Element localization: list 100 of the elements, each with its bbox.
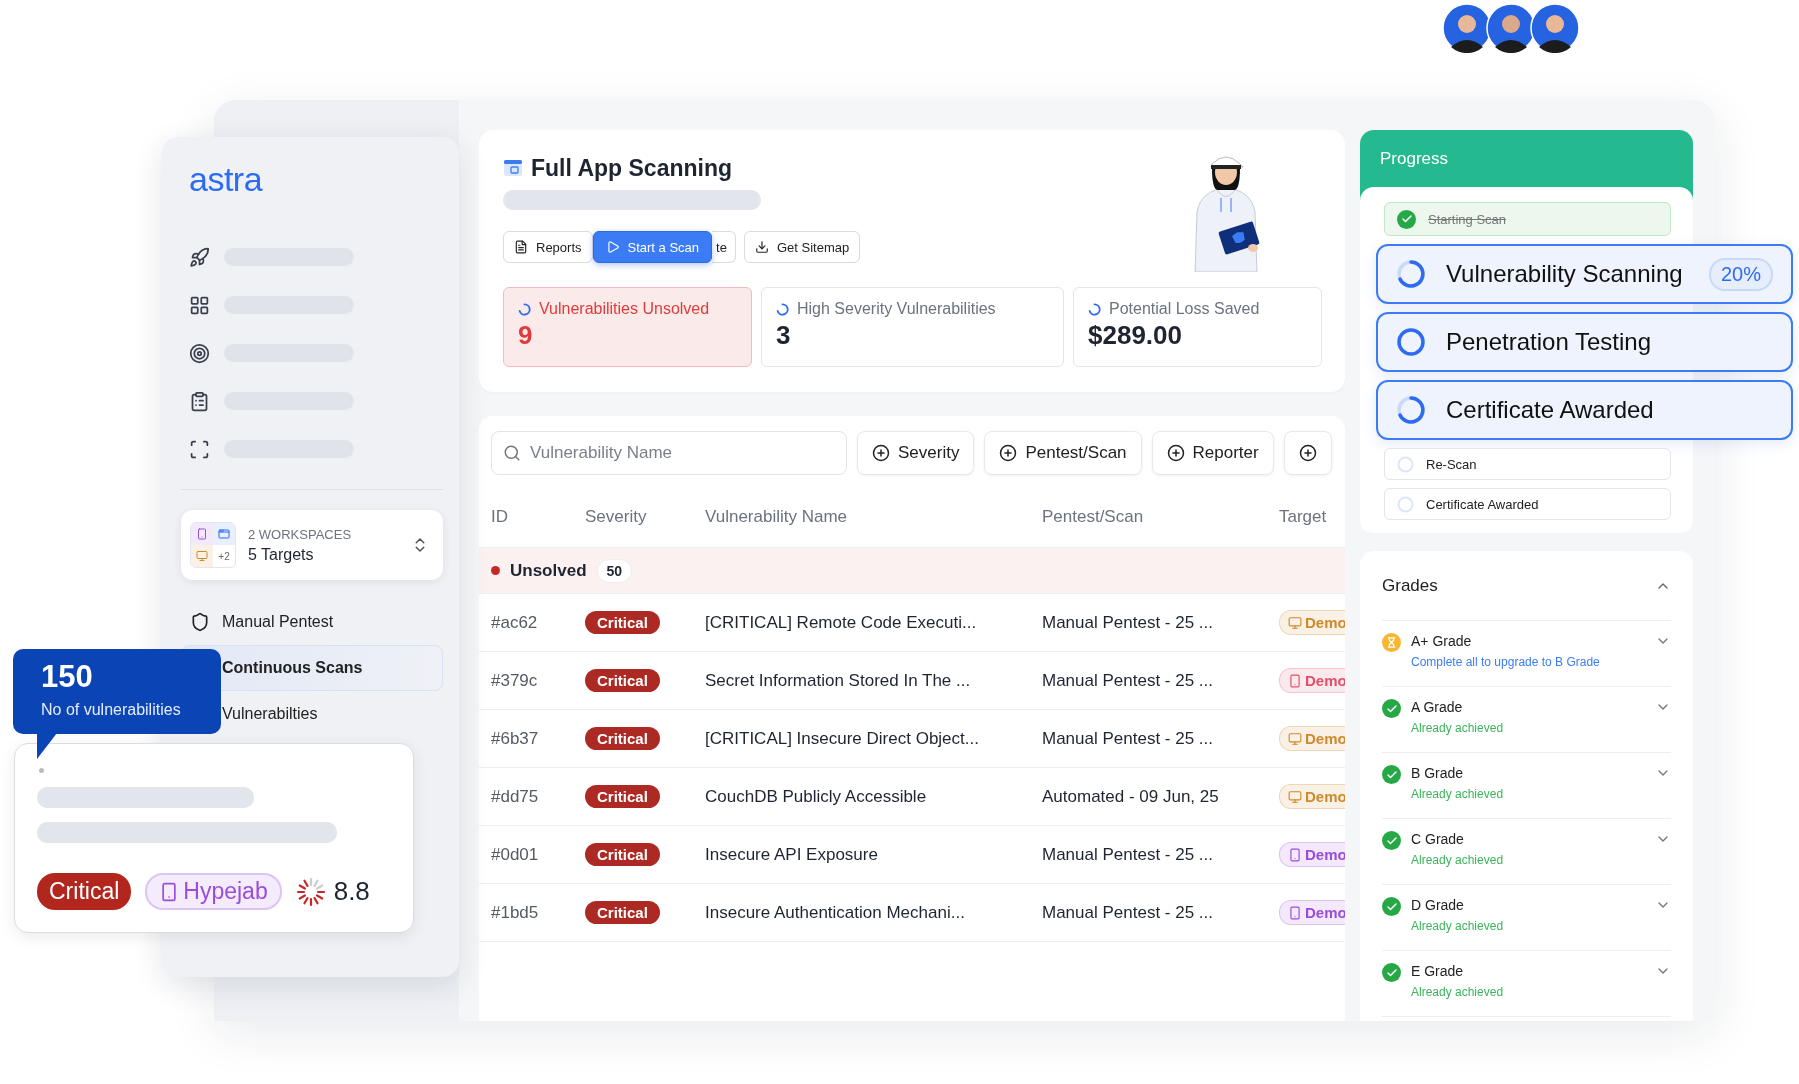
loader-icon — [776, 302, 789, 316]
table-cell-text: Automated - 09 Jun, 25 — [1042, 786, 1220, 807]
column-header[interactable]: Vulnerability Name — [705, 506, 1042, 527]
action-button[interactable]: Reports — [503, 231, 593, 263]
rocket-icon[interactable] — [189, 246, 210, 268]
table-cell[interactable]: CouchDB Publicly Accessible — [705, 786, 1042, 807]
grade-item[interactable]: C Grade Already achieved — [1382, 819, 1671, 885]
table-cell[interactable]: [CRITICAL] Insecure Direct Object... — [705, 728, 1042, 749]
card-title: Grades — [1382, 575, 1438, 596]
severity-badge: Critical — [585, 843, 660, 866]
table-cell-text: Manual Pentest - 25 ... — [1042, 902, 1215, 923]
target-icon[interactable] — [189, 342, 210, 364]
avatar — [1530, 3, 1580, 53]
loader-icon — [1396, 259, 1426, 289]
circle-icon — [1396, 327, 1426, 357]
severity-badge: Critical — [37, 873, 132, 910]
stat-label: Vulnerabilities Unsolved — [539, 300, 710, 318]
search-icon — [503, 444, 521, 462]
progress-step: Starting Scan — [1384, 202, 1671, 236]
column-header[interactable]: ID — [491, 506, 585, 527]
clipboard-icon[interactable] — [189, 390, 210, 412]
add-icon — [1166, 444, 1185, 462]
table-cell[interactable]: Insecure API Exposure — [705, 844, 1042, 865]
add-icon — [872, 444, 890, 462]
search-field[interactable]: Vulnerability Name — [491, 431, 847, 475]
circle-icon — [1397, 455, 1414, 473]
table-cell-text: Manual Pentest - 25 ... — [1042, 728, 1215, 749]
stat-label: High Severity Vulnerabilities — [797, 300, 996, 318]
tooltip: 150 No of vulnerabilities — [13, 649, 221, 734]
table-cell[interactable]: Insecure Authentication Mechani... — [705, 902, 1042, 923]
targets-count: 5 Targets — [248, 545, 315, 564]
grid-icon[interactable] — [189, 294, 210, 316]
progress-step: Certificate Awarded — [1376, 380, 1793, 440]
table-cell[interactable]: [CRITICAL] Remote Code Executi... — [705, 612, 1042, 633]
progress-step: Re-Scan — [1384, 448, 1671, 480]
page-title: Full App Scanning — [531, 154, 733, 182]
score: 8.8 — [333, 876, 370, 907]
action-button[interactable]: Get Sitemap — [743, 231, 861, 263]
stat-value: $289.00 — [1088, 320, 1183, 351]
workspace-selector[interactable]: +2 2 WORKSPACES 5 Targets — [181, 510, 443, 580]
grade-item[interactable]: B Grade Already achieved — [1382, 753, 1671, 819]
play-icon — [605, 240, 620, 254]
logo: astra — [188, 159, 264, 199]
add-icon — [1298, 444, 1317, 462]
workspace-count: 2 WORKSPACES — [248, 526, 353, 542]
filter-button[interactable] — [1283, 431, 1332, 475]
severity-badge: Critical — [585, 785, 660, 808]
table-cell-text: Manual Pentest - 25 ... — [1042, 844, 1215, 865]
filter-button[interactable]: Reporter — [1151, 431, 1274, 475]
severity-badge: Critical — [585, 901, 660, 924]
workspace-icons: +2 — [190, 522, 236, 568]
column-header[interactable]: Pentest/Scan — [1042, 506, 1279, 527]
table-cell-text: #1bd5 — [491, 902, 540, 923]
tooltip-tail — [37, 733, 57, 759]
monitor-icon — [1288, 615, 1302, 630]
table-cell-text: #ac62 — [491, 612, 539, 633]
scan-icon[interactable] — [189, 438, 210, 460]
table-cell-text: #dd75 — [491, 786, 540, 807]
progress-step: Penetration Testing — [1376, 312, 1793, 372]
severity-badge: Critical — [585, 611, 660, 634]
filter-button[interactable]: Severity — [857, 431, 975, 475]
grade-item[interactable]: A+ Grade Complete all to upgrade to B Grade — [1382, 621, 1671, 687]
table-cell-text: Manual Pentest - 25 ... — [1042, 670, 1215, 691]
phone-icon — [1288, 847, 1302, 862]
circle-icon — [1397, 495, 1414, 513]
count-badge: 50 — [596, 558, 633, 583]
table-cell[interactable]: Secret Information Stored In The ... — [705, 670, 1042, 691]
check-icon — [1397, 209, 1416, 229]
monitor-icon — [1288, 789, 1302, 804]
loader-icon — [1088, 302, 1101, 316]
table-cell-text: #0d01 — [491, 844, 540, 865]
action-button[interactable]: te — [712, 231, 736, 263]
percent-badge: 20% — [1708, 257, 1773, 291]
document-icon — [514, 240, 528, 254]
action-button[interactable]: Start a Scan — [592, 231, 713, 263]
group-row[interactable]: Unsolved 50 — [479, 548, 1345, 594]
add-icon — [999, 444, 1018, 462]
grade-item[interactable]: D Grade Already achieved — [1382, 885, 1671, 951]
download-icon — [754, 240, 769, 254]
progress-step: Certificate Awarded — [1384, 488, 1671, 520]
severity-badge: Critical — [585, 727, 660, 750]
column-header[interactable]: Severity — [585, 506, 705, 527]
grade-item[interactable]: E Grade Already achieved — [1382, 951, 1671, 1017]
phone-icon — [1288, 673, 1302, 688]
browser-icon — [503, 158, 523, 178]
stat-label: Potential Loss Saved — [1109, 300, 1260, 318]
grade-item[interactable]: A Grade Already achieved — [1382, 687, 1671, 753]
card-title: Progress — [1380, 148, 1449, 169]
target-tag: Hypejab — [145, 873, 282, 910]
filter-button[interactable]: Pentest/Scan — [984, 431, 1142, 475]
loader-icon — [1396, 395, 1426, 425]
group-label: Unsolved — [510, 560, 587, 581]
shield-icon — [190, 612, 210, 632]
nav-item[interactable]: Manual Pentest — [181, 599, 443, 645]
column-header[interactable]: Target — [1279, 506, 1345, 527]
severity-badge: Critical — [585, 669, 660, 692]
loader-icon — [518, 302, 531, 316]
monitor-icon — [1288, 731, 1302, 746]
table-cell-text: Manual Pentest - 25 ... — [1042, 612, 1215, 633]
stat-value: 3 — [776, 320, 792, 351]
